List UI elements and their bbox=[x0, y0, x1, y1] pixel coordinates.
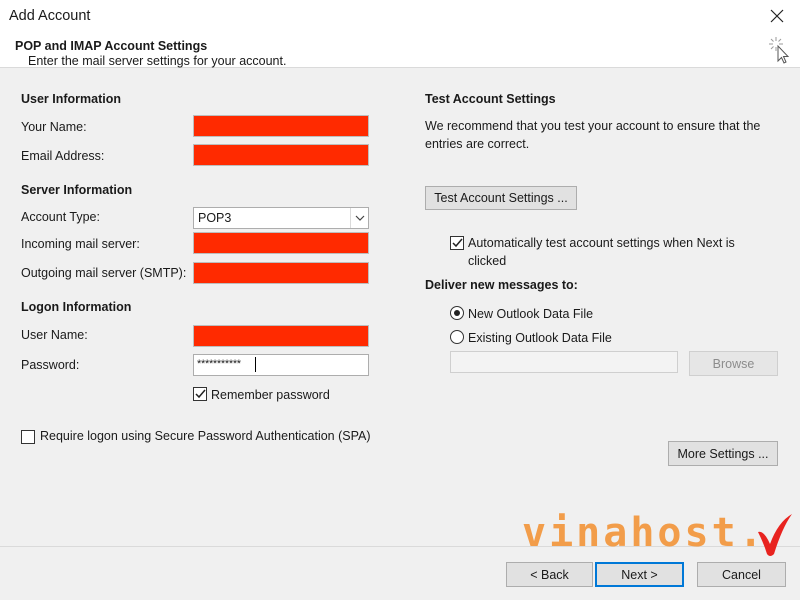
auto-test-checkbox[interactable] bbox=[450, 236, 464, 250]
account-type-label: Account Type: bbox=[21, 210, 100, 224]
test-settings-heading: Test Account Settings bbox=[425, 92, 556, 106]
test-description-line1: We recommend that you test your account … bbox=[425, 119, 761, 133]
new-data-file-radio[interactable] bbox=[450, 306, 464, 320]
radio-selected-dot bbox=[454, 310, 460, 316]
close-icon bbox=[770, 9, 784, 23]
close-button[interactable] bbox=[754, 0, 800, 32]
account-type-value: POP3 bbox=[198, 211, 232, 225]
password-label: Password: bbox=[21, 358, 80, 372]
remember-password-label: Remember password bbox=[211, 388, 330, 402]
chevron-down-icon[interactable] bbox=[350, 208, 368, 228]
existing-data-file-radio[interactable] bbox=[450, 330, 464, 344]
cancel-button[interactable]: Cancel bbox=[697, 562, 786, 587]
password-value: *********** bbox=[197, 358, 241, 370]
checkmark-icon bbox=[194, 389, 206, 399]
username-label: User Name: bbox=[21, 328, 88, 342]
password-field[interactable]: *********** bbox=[193, 354, 369, 376]
new-data-file-label: New Outlook Data File bbox=[468, 307, 594, 321]
sparkle-cursor-icon bbox=[769, 37, 790, 64]
deliver-heading: Deliver new messages to: bbox=[425, 278, 578, 292]
more-settings-button[interactable]: More Settings ... bbox=[668, 441, 778, 466]
window-title: Add Account bbox=[9, 8, 91, 24]
auto-test-label-line2: clicked bbox=[468, 254, 507, 268]
title-bar: Add Account bbox=[0, 0, 800, 32]
auto-test-label-line1: Automatically test account settings when… bbox=[468, 236, 735, 250]
data-file-path-field[interactable] bbox=[450, 351, 678, 373]
dialog-header: POP and IMAP Account Settings Enter the … bbox=[0, 32, 800, 68]
text-caret bbox=[255, 357, 256, 372]
your-name-label: Your Name: bbox=[21, 120, 87, 134]
outgoing-server-label: Outgoing mail server (SMTP): bbox=[21, 266, 187, 280]
watermark-text: vinahost. bbox=[522, 510, 766, 556]
account-type-select[interactable]: POP3 bbox=[193, 207, 369, 229]
outgoing-server-field[interactable] bbox=[193, 262, 369, 284]
email-label: Email Address: bbox=[21, 149, 105, 163]
spa-checkbox[interactable] bbox=[21, 430, 35, 444]
checkmark-logo-icon bbox=[758, 514, 792, 556]
existing-data-file-label: Existing Outlook Data File bbox=[468, 331, 612, 345]
page-title: POP and IMAP Account Settings bbox=[15, 39, 208, 53]
next-button[interactable]: Next > bbox=[595, 562, 684, 587]
username-field[interactable] bbox=[193, 325, 369, 347]
user-info-heading: User Information bbox=[21, 92, 122, 106]
logon-info-heading: Logon Information bbox=[21, 300, 132, 314]
vinahost-watermark: vinahost. bbox=[522, 510, 792, 570]
test-account-settings-button[interactable]: Test Account Settings ... bbox=[425, 186, 577, 210]
your-name-field[interactable] bbox=[193, 115, 369, 137]
email-field[interactable] bbox=[193, 144, 369, 166]
browse-button[interactable]: Browse bbox=[689, 351, 778, 376]
spa-label: Require logon using Secure Password Auth… bbox=[40, 429, 371, 443]
page-subtitle: Enter the mail server settings for your … bbox=[28, 54, 287, 68]
test-description-line2: entries are correct. bbox=[425, 137, 530, 151]
remember-password-checkbox[interactable] bbox=[193, 387, 207, 401]
server-info-heading: Server Information bbox=[21, 183, 133, 197]
incoming-server-field[interactable] bbox=[193, 232, 369, 254]
incoming-server-label: Incoming mail server: bbox=[21, 237, 140, 251]
checkmark-icon bbox=[451, 238, 463, 248]
back-button[interactable]: < Back bbox=[506, 562, 593, 587]
